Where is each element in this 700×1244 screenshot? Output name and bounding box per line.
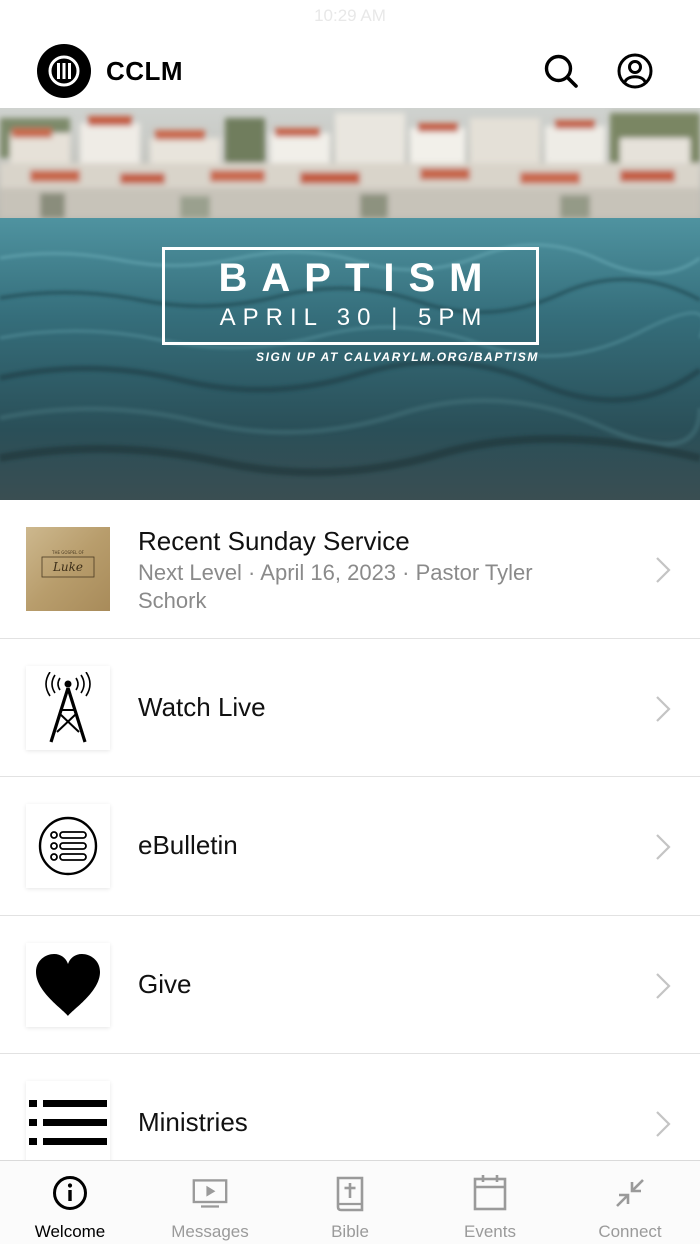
sermon-thumbnail: Luke THE GOSPEL OF bbox=[26, 527, 110, 611]
tab-label: Messages bbox=[171, 1222, 249, 1241]
connect-icon bbox=[612, 1175, 648, 1211]
list-icon bbox=[29, 1100, 107, 1145]
luke-series-art-icon: Luke THE GOSPEL OF bbox=[41, 550, 95, 578]
tab-welcome[interactable]: Welcome bbox=[0, 1161, 140, 1244]
bottom-tab-bar: Welcome Messages Bible Events Connect bbox=[0, 1160, 700, 1244]
list-item-subtitle: Next Level · April 16, 2023 · Pastor Tyl… bbox=[138, 560, 533, 613]
list-circle-icon bbox=[38, 816, 98, 876]
watch-live-thumbnail bbox=[26, 665, 110, 750]
logo-mark-icon bbox=[48, 55, 80, 87]
tab-events[interactable]: Events bbox=[420, 1161, 560, 1244]
home-menu-list: Luke THE GOSPEL OF Recent Sunday Service… bbox=[0, 500, 700, 1193]
list-item-label: Ministries bbox=[138, 1107, 248, 1137]
list-item-label: Recent Sunday Service bbox=[138, 526, 410, 556]
status-time: 10:29 AM bbox=[314, 6, 386, 25]
list-item-ebulletin[interactable]: eBulletin bbox=[0, 777, 700, 916]
app-title: CCLM bbox=[106, 56, 184, 86]
list-item-recent-sunday-service[interactable]: Luke THE GOSPEL OF Recent Sunday Service… bbox=[0, 500, 700, 639]
app-header: CCLM bbox=[0, 40, 700, 108]
tab-label: Events bbox=[464, 1222, 516, 1241]
video-icon bbox=[192, 1175, 228, 1211]
list-item-give[interactable]: Give bbox=[0, 916, 700, 1054]
list-item-label: Give bbox=[138, 968, 192, 999]
bible-icon bbox=[332, 1175, 368, 1212]
hero-banner[interactable]: BAPTISM APRIL 30 | 5PM SIGN UP AT CALVAR… bbox=[0, 108, 700, 500]
tab-label: Bible bbox=[331, 1222, 369, 1241]
chevron-right-icon bbox=[656, 972, 671, 999]
search-icon bbox=[544, 54, 578, 88]
broadcast-tower-icon bbox=[45, 671, 91, 742]
chevron-right-icon bbox=[656, 834, 671, 860]
svg-text:THE GOSPEL OF: THE GOSPEL OF bbox=[51, 550, 85, 555]
give-thumbnail bbox=[26, 942, 110, 1027]
calendar-icon bbox=[472, 1175, 508, 1211]
hero-title: BAPTISM bbox=[218, 256, 497, 300]
user-circle-icon bbox=[617, 53, 653, 89]
tab-label: Connect bbox=[598, 1222, 662, 1241]
heart-icon bbox=[36, 953, 100, 1016]
hero-date: APRIL 30 | 5PM bbox=[219, 304, 489, 331]
app-logo[interactable] bbox=[37, 44, 91, 98]
tab-messages[interactable]: Messages bbox=[140, 1161, 280, 1244]
list-item-label: eBulletin bbox=[138, 830, 238, 860]
tab-label: Welcome bbox=[34, 1222, 106, 1241]
chevron-right-icon bbox=[656, 557, 671, 583]
ministries-thumbnail bbox=[26, 1081, 110, 1165]
search-button[interactable] bbox=[543, 53, 579, 89]
tab-connect[interactable]: Connect bbox=[560, 1161, 700, 1244]
tab-bible[interactable]: Bible bbox=[280, 1161, 420, 1244]
chevron-right-icon bbox=[656, 695, 671, 722]
list-item-label: Watch Live bbox=[138, 691, 266, 722]
list-item-watch-live[interactable]: Watch Live bbox=[0, 639, 700, 777]
ebulletin-thumbnail bbox=[26, 804, 110, 888]
chevron-right-icon bbox=[656, 1111, 671, 1137]
info-icon bbox=[52, 1175, 88, 1211]
svg-text:Luke: Luke bbox=[52, 560, 83, 574]
hero-title-box: BAPTISM APRIL 30 | 5PM bbox=[162, 247, 539, 345]
profile-button[interactable] bbox=[617, 53, 653, 89]
hero-signup-text: SIGN UP AT CALVARYLM.ORG/BAPTISM bbox=[256, 350, 539, 364]
